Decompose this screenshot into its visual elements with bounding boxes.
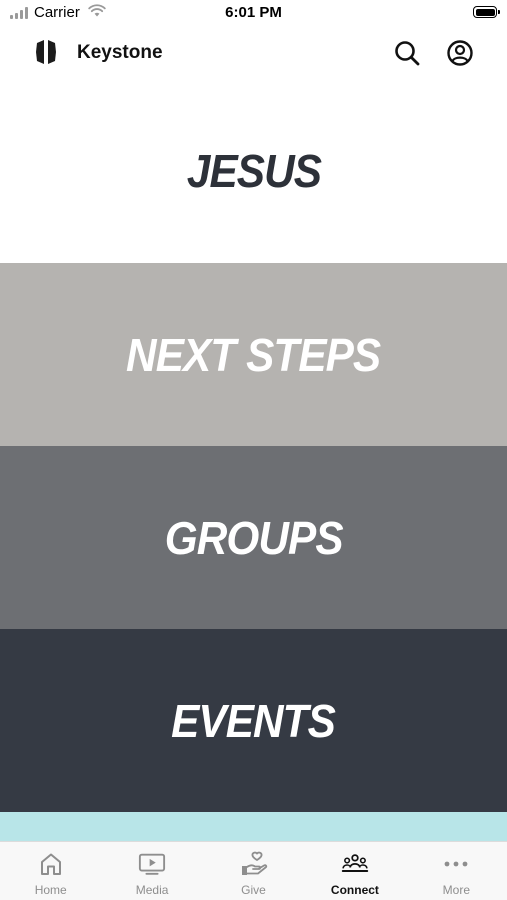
profile-icon xyxy=(447,40,473,66)
tile-jesus[interactable]: JESUS xyxy=(0,78,507,263)
tile-label-events: EVENTS xyxy=(171,694,337,747)
tab-media[interactable]: Media xyxy=(101,842,202,900)
more-icon xyxy=(442,850,470,878)
tile-partial[interactable] xyxy=(0,812,507,842)
tab-connect[interactable]: Connect xyxy=(304,842,405,900)
tile-label-jesus: JESUS xyxy=(186,144,321,197)
give-icon xyxy=(240,850,268,878)
connect-tiles: JESUS NEXT STEPS GROUPS EVENTS xyxy=(0,78,507,842)
tab-label-home: Home xyxy=(34,883,67,897)
tab-label-connect: Connect xyxy=(330,883,379,897)
connect-icon xyxy=(341,850,369,878)
tab-label-more: More xyxy=(442,883,470,897)
tile-groups[interactable]: GROUPS xyxy=(0,446,507,629)
status-time: 6:01 PM xyxy=(225,4,282,21)
tile-label-next-steps: NEXT STEPS xyxy=(126,328,381,381)
tab-more[interactable]: More xyxy=(406,842,507,900)
search-button[interactable] xyxy=(393,39,421,67)
tile-next-steps[interactable]: NEXT STEPS xyxy=(0,263,507,446)
tab-give[interactable]: Give xyxy=(203,842,304,900)
tab-home[interactable]: Home xyxy=(0,842,101,900)
search-icon xyxy=(395,41,420,66)
tab-label-give: Give xyxy=(241,883,266,897)
profile-button[interactable] xyxy=(446,39,474,67)
app-title: Keystone xyxy=(77,42,163,63)
tab-bar: Home Media Give Connect More xyxy=(0,841,507,900)
status-bar: Carrier 6:01 PM xyxy=(0,0,507,28)
media-icon xyxy=(138,850,166,878)
keystone-logo-icon xyxy=(34,39,58,70)
app-header: Keystone xyxy=(0,28,507,78)
tile-events[interactable]: EVENTS xyxy=(0,629,507,812)
battery-icon xyxy=(473,6,500,18)
tab-label-media: Media xyxy=(135,883,169,897)
home-icon xyxy=(37,850,65,878)
tile-label-groups: GROUPS xyxy=(164,511,344,564)
